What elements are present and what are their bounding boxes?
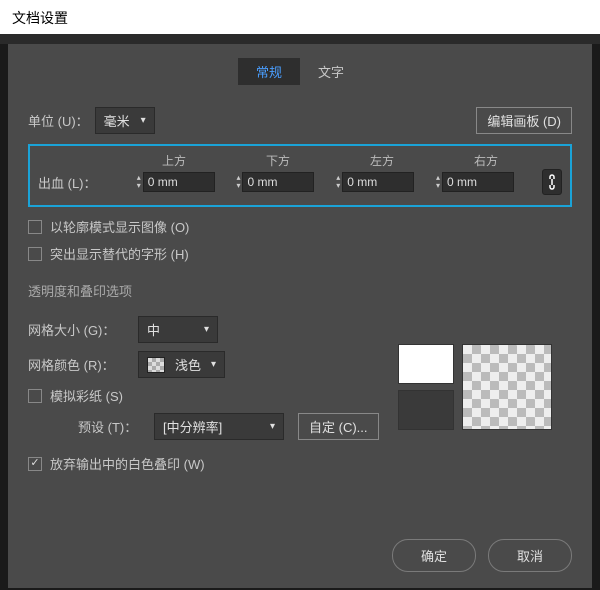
simulate-paper-label: 模拟彩纸 (S) [50, 386, 123, 405]
chevron-down-icon: ▾ [204, 324, 209, 335]
chevron-down-icon: ▾ [141, 115, 146, 126]
bleed-header-left: 左方 [354, 152, 458, 169]
bleed-bottom-stepper[interactable]: ▴▾ [236, 174, 240, 190]
tab-general[interactable]: 常规 [238, 58, 300, 85]
transparency-section-title: 透明度和叠印选项 [28, 281, 572, 300]
outline-mode-label: 以轮廓模式显示图像 (O) [50, 217, 189, 236]
link-values-icon[interactable] [542, 169, 562, 195]
highlight-glyphs-checkbox[interactable] [28, 247, 42, 261]
units-label: 单位 (U)： [28, 111, 89, 130]
swatch-preview [398, 344, 552, 430]
grid-size-label: 网格大小 (G)： [28, 320, 138, 339]
bleed-header-right: 右方 [458, 152, 562, 169]
bleed-right-stepper[interactable]: ▴▾ [436, 174, 440, 190]
discard-overprint-label: 放弃输出中的白色叠印 (W) [50, 454, 205, 473]
bleed-bottom-input[interactable] [242, 172, 314, 192]
chevron-down-icon: ▾ [270, 421, 275, 432]
highlight-glyphs-label: 突出显示替代的字形 (H) [50, 244, 189, 263]
discard-overprint-checkbox[interactable] [28, 457, 42, 471]
ok-button[interactable]: 确定 [392, 539, 476, 572]
preset-label: 预设 (T)： [78, 417, 154, 436]
bleed-header-top: 上方 [146, 152, 250, 169]
preset-custom-button[interactable]: 自定 (C)... [298, 413, 379, 440]
bleed-top-stepper[interactable]: ▴▾ [137, 174, 141, 190]
bleed-top-input[interactable] [143, 172, 215, 192]
bleed-header-bottom: 下方 [250, 152, 354, 169]
dialog-panel: 常规 文字 单位 (U)： 毫米 ▾ 编辑画板 (D) 上方 下方 左方 右方 … [8, 44, 592, 588]
bleed-left-input[interactable] [342, 172, 414, 192]
bleed-right-input[interactable] [442, 172, 514, 192]
outline-mode-checkbox[interactable] [28, 220, 42, 234]
grid-color-value: 浅色 [175, 355, 201, 374]
grid-size-select[interactable]: 中 ▾ [138, 316, 218, 343]
checker-chip-icon [147, 357, 165, 373]
dialog-title: 文档设置 [12, 10, 68, 26]
units-select[interactable]: 毫米 ▾ [95, 107, 155, 134]
swatch-checker [462, 344, 552, 430]
tab-text[interactable]: 文字 [300, 58, 362, 85]
cancel-button[interactable]: 取消 [488, 539, 572, 572]
grid-color-label: 网格颜色 (R)： [28, 355, 138, 374]
units-value: 毫米 [104, 111, 130, 130]
tab-bar: 常规 文字 [28, 58, 572, 85]
preset-select[interactable]: [中分辨率] ▾ [154, 413, 284, 440]
bleed-highlight-box: 上方 下方 左方 右方 出血 (L)： ▴▾ ▴▾ ▴▾ ▴▾ [28, 144, 572, 207]
bleed-left-stepper[interactable]: ▴▾ [336, 174, 340, 190]
swatch-white[interactable] [398, 344, 454, 384]
grid-color-select[interactable]: 浅色 ▾ [138, 351, 225, 378]
preset-value: [中分辨率] [163, 417, 222, 436]
bleed-label: 出血 (L)： [38, 173, 137, 192]
chevron-down-icon: ▾ [211, 359, 216, 370]
grid-size-value: 中 [147, 320, 160, 339]
swatch-dark[interactable] [398, 390, 454, 430]
simulate-paper-checkbox[interactable] [28, 389, 42, 403]
edit-artboard-button[interactable]: 编辑画板 (D) [476, 107, 572, 134]
